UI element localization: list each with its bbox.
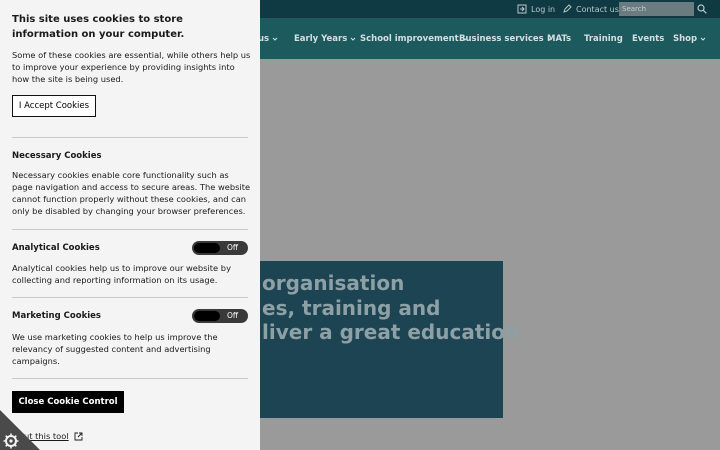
chevron-down-icon: [350, 37, 356, 41]
marketing-cookies-text: We use marketing cookies to help us impr…: [12, 332, 218, 366]
divider: [12, 378, 248, 379]
necessary-cookies-title: Necessary Cookies: [12, 151, 102, 161]
external-link-icon: [74, 432, 83, 440]
cookie-intro: Some of these cookies are essential, whi…: [12, 50, 251, 84]
divider: [12, 229, 248, 230]
analytical-cookies-title: Analytical Cookies: [12, 243, 100, 253]
accept-cookies-button[interactable]: I Accept Cookies: [12, 95, 96, 117]
search-input[interactable]: [619, 2, 694, 16]
contact-label: Contact us: [576, 4, 619, 14]
analytical-cookies-text: Analytical cookies help us to improve ou…: [12, 263, 231, 285]
hero-line-3: liver a great education: [262, 320, 520, 344]
nav-item-about-us[interactable]: us: [258, 18, 278, 59]
divider: [12, 137, 248, 138]
nav-label: Training: [584, 33, 623, 44]
login-link[interactable]: Log in: [517, 0, 555, 18]
nav-label: School improvement: [360, 33, 459, 44]
login-label: Log in: [531, 4, 556, 14]
hero-line-1: organisation: [262, 271, 405, 295]
cookie-title: This site uses cookies to store informat…: [12, 14, 185, 40]
nav-label: Events: [632, 33, 665, 44]
nav-item-mats[interactable]: MATs: [547, 18, 571, 59]
cookie-settings-icon[interactable]: [0, 410, 40, 450]
nav-item-events[interactable]: Events: [632, 18, 664, 59]
login-icon: [517, 4, 527, 14]
nav-item-training[interactable]: Training: [584, 18, 623, 59]
marketing-cookies-toggle[interactable]: Off: [192, 309, 248, 323]
nav-label: Early Years: [294, 33, 348, 44]
divider: [12, 297, 248, 298]
nav-item-business-services[interactable]: Business services: [459, 18, 553, 59]
toggle-knob: [194, 311, 220, 321]
nav-label: Business services: [459, 33, 544, 44]
toggle-knob: [194, 243, 220, 253]
nav-item-shop[interactable]: Shop: [673, 18, 706, 59]
nav-label: Shop: [673, 33, 698, 44]
toggle-label: Off: [227, 311, 239, 320]
analytical-cookies-toggle[interactable]: Off: [192, 241, 248, 255]
hero-line-2: es, training and: [262, 296, 441, 320]
search-icon[interactable]: [697, 4, 707, 14]
marketing-cookies-title: Marketing Cookies: [12, 311, 101, 321]
nav-label: MATs: [547, 33, 572, 44]
nav-item-school-improvement[interactable]: School improvement: [360, 18, 468, 59]
chevron-down-icon: [700, 37, 706, 41]
pencil-icon: [563, 4, 572, 13]
contact-link[interactable]: Contact us: [562, 0, 619, 18]
cookie-control-panel: This site uses cookies to store informat…: [0, 0, 260, 450]
necessary-cookies-text: Necessary cookies enable core functional…: [12, 170, 251, 216]
nav-item-early-years[interactable]: Early Years: [294, 18, 356, 59]
toggle-label: Off: [227, 243, 239, 252]
chevron-down-icon: [272, 37, 278, 41]
